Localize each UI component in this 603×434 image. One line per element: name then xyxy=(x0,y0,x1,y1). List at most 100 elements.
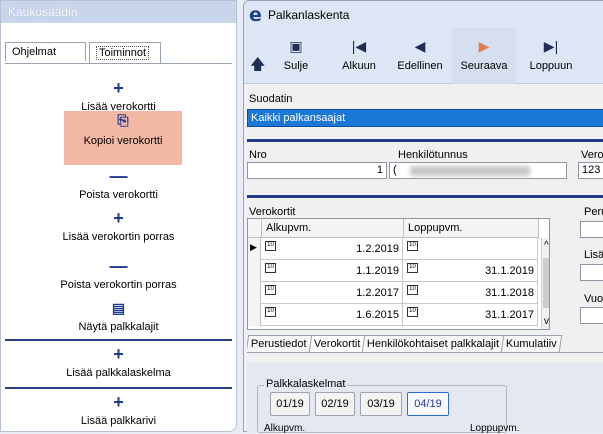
tab-perustiedot[interactable]: Perustiedot xyxy=(247,335,312,352)
previous-record-icon: ◀ xyxy=(414,38,426,54)
first-record-icon: |◀ xyxy=(351,38,367,54)
alku-cell: 1.6.2015 xyxy=(356,309,399,321)
copy-tax-card-label: Kopioi verokortti xyxy=(83,135,163,147)
redacted-area xyxy=(410,166,530,176)
calendar-icon[interactable]: 10 xyxy=(265,241,276,251)
tax-cards-label: Verokortit xyxy=(249,206,296,218)
payslip-month-button[interactable]: 02/19 xyxy=(315,392,355,416)
current-row-marker: ▶ xyxy=(248,238,261,260)
close-door-icon: ▣ xyxy=(289,38,303,54)
payslips-label: Palkkalaskelmat xyxy=(264,378,348,390)
row-selector[interactable] xyxy=(248,304,261,326)
payslip-month-button-selected[interactable]: 04/19 xyxy=(407,392,449,416)
calendar-icon[interactable]: 10 xyxy=(407,263,418,273)
add-tax-card-step-action[interactable]: + Lisää verokortin porras xyxy=(5,209,232,243)
add-tax-card-step-label: Lisää verokortin porras xyxy=(62,231,175,243)
tax-cards-grid[interactable]: Alkupvm. Loppupvm. ▶ 10 1.2.2019 10 10 1.1… xyxy=(247,218,550,330)
delete-tax-card-action[interactable]: — Poista verokortti xyxy=(5,167,232,201)
minus-icon: — xyxy=(109,256,128,276)
section-divider xyxy=(5,387,232,389)
plus-icon: + xyxy=(113,78,124,98)
add-tax-card-action[interactable]: + Lisää verokortti xyxy=(5,79,232,113)
filter-select[interactable]: Kaikki palkansaajat xyxy=(247,109,603,127)
previous-label: Edellinen xyxy=(397,60,443,72)
vero-field[interactable]: 123 xyxy=(578,162,603,179)
next-record-icon: ▶ xyxy=(478,38,490,54)
tab-kumulatiiv-label: Kumulatiiv xyxy=(506,338,557,350)
tab-verokortit[interactable]: Verokortit xyxy=(308,335,366,352)
detail-tabs: Perustiedot Verokortit Henkilökohtaiset pa… xyxy=(247,335,603,353)
app-logo-icon: e xyxy=(249,4,262,26)
plus-icon: + xyxy=(113,392,124,412)
alkupvm-label: Alkupvm. xyxy=(264,423,306,434)
next-button[interactable]: ▶ Seuraava xyxy=(452,28,516,84)
add-payslip-row-action[interactable]: + Lisää palkkarivi xyxy=(5,393,232,427)
calendar-icon[interactable]: 10 xyxy=(407,307,418,317)
calendar-icon[interactable]: 10 xyxy=(407,241,418,251)
table-row[interactable]: 10 1.1.2019 10 31.1.2019 xyxy=(248,260,538,282)
first-label: Alkuun xyxy=(342,60,376,72)
row-selector[interactable] xyxy=(248,260,261,282)
side-label-vuo: Vuo xyxy=(584,293,603,305)
filter-label: Suodatin xyxy=(249,93,293,105)
remote-control-panel: Kaukosäädin Ohjelmat Toiminnot + Lisää v… xyxy=(0,0,237,432)
side-field[interactable] xyxy=(580,307,603,324)
calendar-icon[interactable]: 10 xyxy=(265,307,276,317)
tab-perustiedot-label: Perustiedot xyxy=(250,338,307,350)
column-header-loppupvm[interactable]: Loppupvm. xyxy=(404,219,539,238)
scroll-thumb[interactable] xyxy=(543,258,549,308)
delete-tax-card-label: Poista verokortti xyxy=(79,189,158,201)
grid-corner xyxy=(248,219,262,238)
add-payslip-action[interactable]: + Lisää palkkalaskelma xyxy=(5,345,232,379)
previous-button[interactable]: ◀ Edellinen xyxy=(390,28,450,84)
side-field[interactable] xyxy=(580,221,603,238)
add-payslip-row-label: Lisää palkkarivi xyxy=(80,415,157,427)
tab-toiminnot[interactable]: Toiminnot xyxy=(89,42,161,64)
minus-icon: — xyxy=(109,166,128,186)
tab-ohjelmat[interactable]: Ohjelmat xyxy=(5,42,86,61)
payslip-month-button[interactable]: 03/19 xyxy=(360,392,402,416)
scroll-down-icon[interactable]: v xyxy=(544,316,549,327)
table-row[interactable]: ▶ 10 1.2.2019 10 xyxy=(248,238,538,260)
section-divider xyxy=(247,139,603,142)
tab-henkilokohtaiset[interactable]: Henkilökohtaiset palkkalajit xyxy=(361,335,505,352)
toolbar: 🡅 ▣ Sulje |◀ Alkuun ◀ Edellinen ▶ Seuraa… xyxy=(244,28,603,84)
next-label: Seuraava xyxy=(460,60,508,72)
last-button[interactable]: ▶| Loppuun xyxy=(518,28,584,84)
nro-field[interactable]: 1 xyxy=(247,162,387,179)
calendar-icon[interactable]: 10 xyxy=(407,285,418,295)
show-pay-types-label: Näytä palkkalajit xyxy=(78,321,159,333)
payslip-month-button[interactable]: 01/19 xyxy=(270,392,310,416)
copy-tax-card-action[interactable]: ⎘ Kopioi verokortti xyxy=(64,111,182,165)
section-divider xyxy=(5,339,232,341)
close-button[interactable]: ▣ Sulje xyxy=(274,28,318,84)
list-window-icon: ▤ xyxy=(111,300,126,316)
row-selector[interactable] xyxy=(248,282,261,304)
first-button[interactable]: |◀ Alkuun xyxy=(334,28,384,84)
vertical-scrollbar[interactable]: ^ v xyxy=(541,238,549,329)
vero-label: Vero xyxy=(581,149,603,161)
hetu-field[interactable]: ( xyxy=(389,162,567,179)
delete-tax-card-step-action[interactable]: — Poista verokortin porras xyxy=(5,257,232,291)
calendar-icon[interactable]: 10 xyxy=(265,285,276,295)
plus-icon: + xyxy=(113,344,124,364)
tab-toiminnot-label: Toiminnot xyxy=(96,46,150,60)
close-label: Sulje xyxy=(283,60,309,72)
table-row[interactable]: 10 1.6.2015 10 31.1.2017 xyxy=(248,304,538,326)
column-header-alkupvm[interactable]: Alkupvm. xyxy=(262,219,404,238)
add-payslip-label: Lisää palkkalaskelma xyxy=(66,367,171,379)
loppu-cell: 31.1.2017 xyxy=(485,309,534,321)
window-title: Palkanlaskenta xyxy=(268,8,350,22)
calendar-icon[interactable]: 10 xyxy=(265,263,276,273)
show-pay-types-action[interactable]: ▤ Näytä palkkalajit xyxy=(5,299,232,333)
scroll-up-icon[interactable]: ^ xyxy=(544,240,549,251)
panel-title: Kaukosäädin xyxy=(1,1,236,23)
payroll-window: e Palkanlaskenta 🡅 ▣ Sulje |◀ Alkuun ◀ E… xyxy=(243,0,603,434)
tab-henkilokohtaiset-label: Henkilökohtaiset palkkalajit xyxy=(367,338,500,350)
table-row[interactable]: 10 1.2.2017 10 31.1.2018 xyxy=(248,282,538,304)
side-field[interactable] xyxy=(580,264,603,281)
up-arrow-icon[interactable]: 🡅 xyxy=(250,54,265,79)
section-divider xyxy=(247,195,603,198)
tab-verokortit-label: Verokortit xyxy=(313,338,361,350)
tab-kumulatiiv[interactable]: Kumulatiiv xyxy=(501,335,563,352)
